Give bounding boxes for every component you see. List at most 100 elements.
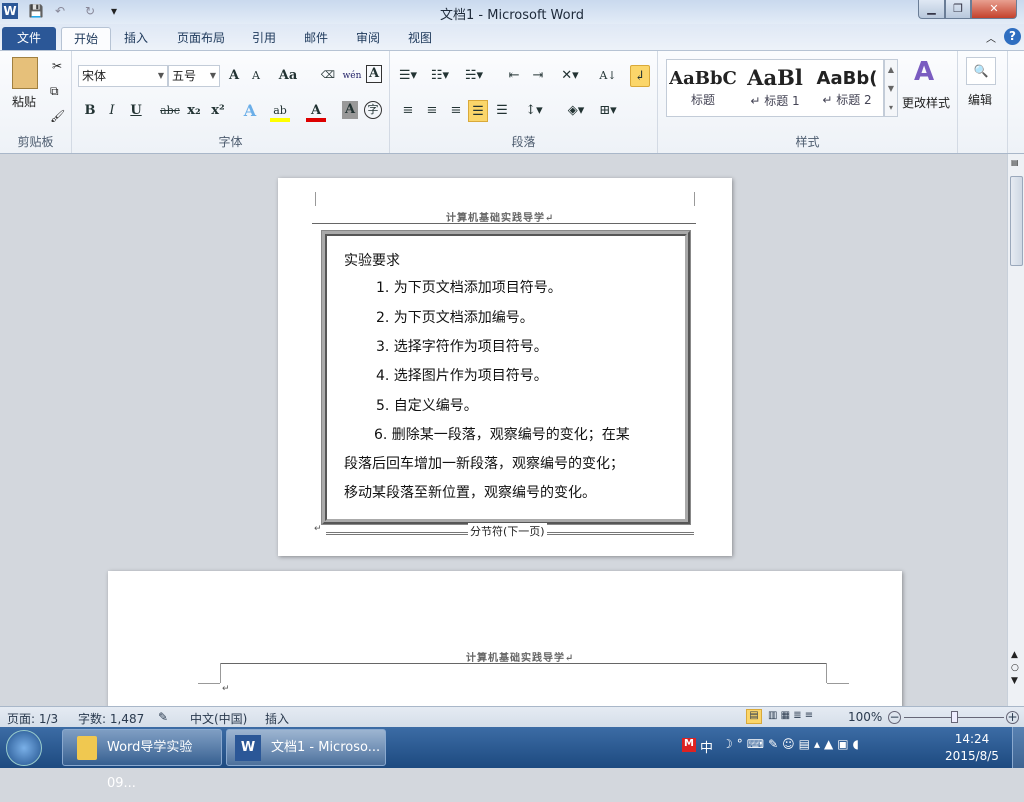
help-icon[interactable]: ? [1004, 28, 1021, 45]
page-header: 计算机基础实践导学↵ [466, 653, 575, 664]
text-effects-icon[interactable]: A [240, 100, 260, 122]
tab-file[interactable]: 文件 [2, 27, 56, 50]
italic-button[interactable]: I [102, 100, 122, 122]
bold-button[interactable]: B [80, 100, 100, 122]
paste-icon[interactable] [12, 57, 38, 89]
tab-insert[interactable]: 插入 [112, 27, 160, 50]
font-color-button[interactable]: A [306, 100, 326, 122]
ime-icon[interactable]: M [682, 738, 696, 752]
borders-icon[interactable]: ⊞▾ [598, 100, 618, 122]
clipboard-group: 粘贴 ✂ ⧉ 🖌 剪贴板 [0, 51, 72, 153]
styles-group-label: 样式 [795, 135, 820, 149]
line-spacing-icon[interactable]: ↕▾ [524, 100, 544, 122]
phonetic-guide-button[interactable]: wén [342, 65, 362, 87]
font-size-value: 五号 [172, 69, 197, 83]
clock-date[interactable]: 2015/8/5 [940, 749, 1004, 763]
subscript-button[interactable]: x₂ [184, 100, 204, 122]
start-button[interactable] [6, 730, 42, 766]
enclose-characters-button[interactable]: 字 [364, 101, 382, 119]
change-styles-button[interactable]: 更改样式 [902, 94, 950, 111]
show-marks-icon[interactable]: ↲ [630, 65, 650, 87]
tab-page-layout[interactable]: 页面布局 [165, 27, 237, 50]
align-right-icon[interactable]: ≡ [446, 100, 466, 122]
proofing-icon[interactable]: ✎ [158, 710, 168, 724]
increase-indent-icon[interactable]: ⇥ [528, 65, 548, 87]
zoom-level[interactable]: 100% [848, 710, 882, 724]
scroll-thumb[interactable] [1010, 176, 1023, 266]
shrink-font-button[interactable]: A [246, 65, 266, 87]
editing-button[interactable]: 编辑 [968, 91, 992, 108]
minimize-ribbon-icon[interactable]: ︿ [986, 30, 996, 45]
find-icon[interactable]: 🔍 [966, 57, 996, 85]
multilevel-list-icon[interactable]: ☵▾ [464, 65, 484, 87]
taskbar-item-word[interactable]: W 文档1 - Microso... [226, 729, 386, 766]
shading-icon[interactable]: ◈▾ [566, 100, 586, 122]
align-left-icon[interactable]: ≡ [398, 100, 418, 122]
font-group-label: 字体 [218, 135, 243, 149]
close-button[interactable]: ✕ [971, 0, 1017, 19]
language[interactable]: 中文(中国) [190, 710, 247, 727]
decrease-indent-icon[interactable]: ⇤ [504, 65, 524, 87]
minimize-button[interactable]: ▁ [918, 0, 945, 19]
paragraph-mark: ↵ [222, 684, 230, 694]
change-styles-icon[interactable]: A [914, 57, 934, 87]
paste-button[interactable]: 粘贴 [12, 93, 36, 110]
tray-icons[interactable]: ☽°⌨✎☺▤▴▲▣◖ [722, 737, 863, 751]
taskbar-item-label: Word导学实验09... [107, 740, 193, 791]
print-layout-icon[interactable]: ▤ [746, 709, 762, 724]
change-case-button[interactable]: Aa [278, 65, 298, 87]
strikethrough-button[interactable]: abc [160, 100, 180, 122]
tab-home[interactable]: 开始 [61, 27, 112, 50]
character-border-button[interactable]: A [366, 65, 382, 83]
font-name-combo[interactable]: 宋体 ▼ [78, 65, 168, 87]
align-center-icon[interactable]: ≡ [422, 100, 442, 122]
styles-scroll[interactable]: ▲ ▼ ▾ [884, 59, 898, 117]
chinese-layout-icon[interactable]: ✕▾ [560, 65, 580, 87]
style-heading-1[interactable]: AaBl ↵ 标题 1 [739, 60, 811, 116]
ruler-toggle-icon[interactable]: ▤ [1011, 158, 1019, 167]
font-group: 宋体 ▼ 五号 ▼ A A Aa ⌫ wén A B I U abc x₂ x² A… [72, 51, 390, 153]
font-size-combo[interactable]: 五号 ▼ [168, 65, 220, 87]
zoom-out-button[interactable]: − [888, 711, 901, 724]
bullets-icon[interactable]: ☰▾ [398, 65, 418, 87]
insert-mode[interactable]: 插入 [265, 710, 289, 727]
zoom-in-button[interactable]: + [1006, 711, 1019, 724]
distributed-icon[interactable]: ☰ [492, 100, 512, 122]
grow-font-button[interactable]: A [224, 65, 244, 87]
taskbar-item-label: 文档1 - Microso... [271, 740, 381, 755]
zoom-slider-thumb[interactable] [951, 711, 958, 723]
cut-icon[interactable]: ✂ [52, 59, 62, 73]
tab-references[interactable]: 引用 [240, 27, 288, 50]
highlight-button[interactable]: ab [270, 100, 290, 122]
page-header: 计算机基础实践导学↵ [446, 213, 555, 224]
clock-time[interactable]: 14:24 [946, 732, 998, 746]
window-title: 文档1 - Microsoft Word [440, 8, 584, 23]
character-shading-button[interactable]: A [342, 101, 358, 119]
superscript-button[interactable]: x² [208, 100, 228, 122]
show-desktop-button[interactable] [1012, 727, 1024, 768]
restore-button[interactable]: ❐ [945, 0, 971, 19]
tab-view[interactable]: 视图 [396, 27, 444, 50]
style-sample: AaBbC [669, 68, 737, 89]
justify-icon[interactable]: ☰ [468, 100, 488, 122]
tab-mailings[interactable]: 邮件 [292, 27, 340, 50]
sort-icon[interactable]: A↓ [598, 65, 618, 87]
style-title[interactable]: AaBbC 标题 [667, 60, 739, 116]
style-heading-2[interactable]: AaBb(↵ 标题 2 [811, 60, 883, 116]
browse-buttons[interactable]: ▲ ○ ▼ [1011, 649, 1019, 688]
copy-icon[interactable]: ⧉ [50, 84, 59, 99]
style-sample: AaBb( [816, 68, 878, 89]
tab-review[interactable]: 审阅 [344, 27, 392, 50]
clear-format-icon[interactable]: ⌫ [318, 65, 338, 87]
view-mode-icons[interactable]: ▥ ▦ ≣ ≡ [768, 710, 813, 721]
paragraph-group-label: 段落 [511, 135, 536, 149]
taskbar-item-explorer[interactable]: Word导学实验09... [62, 729, 222, 791]
underline-button[interactable]: U [126, 100, 146, 122]
vertical-scrollbar[interactable]: ▤ ▲ ○ ▼ [1007, 154, 1024, 706]
page-count[interactable]: 页面: 1/3 [7, 710, 58, 727]
ime-mode[interactable]: 中 [700, 737, 713, 756]
clipboard-label: 剪贴板 [17, 135, 54, 149]
word-count[interactable]: 字数: 1,487 [78, 710, 144, 727]
numbering-icon[interactable]: ☷▾ [430, 65, 450, 87]
format-painter-icon[interactable]: 🖌 [50, 109, 65, 123]
